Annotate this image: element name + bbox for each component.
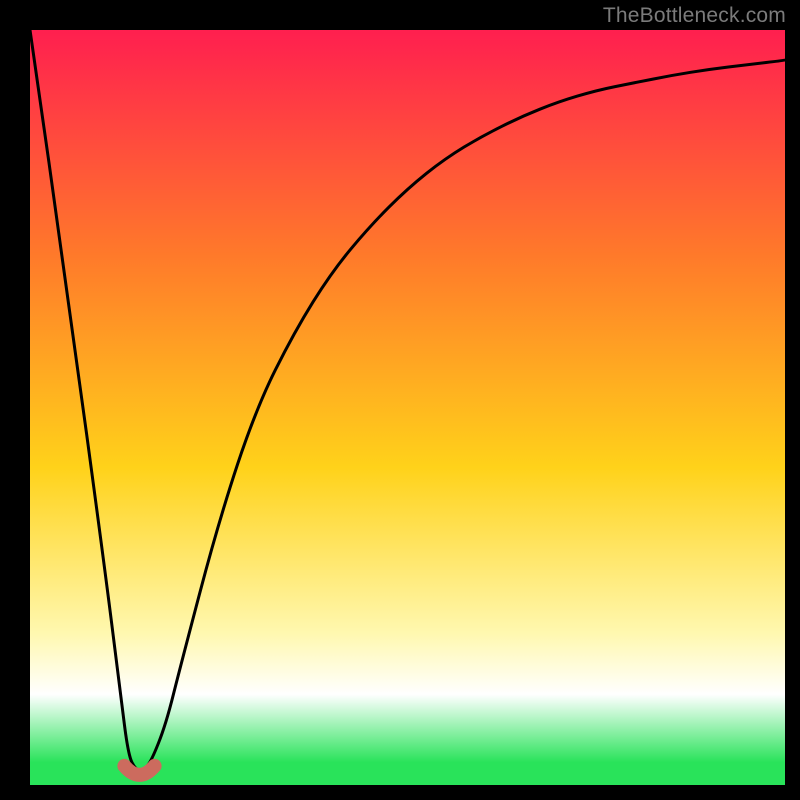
watermark-text: TheBottleneck.com [603,4,786,28]
bottleneck-curve [30,30,785,770]
plot-area [30,30,785,785]
curve-layer [30,30,785,785]
optimal-marker [124,766,154,775]
chart-root: TheBottleneck.com [0,0,800,800]
